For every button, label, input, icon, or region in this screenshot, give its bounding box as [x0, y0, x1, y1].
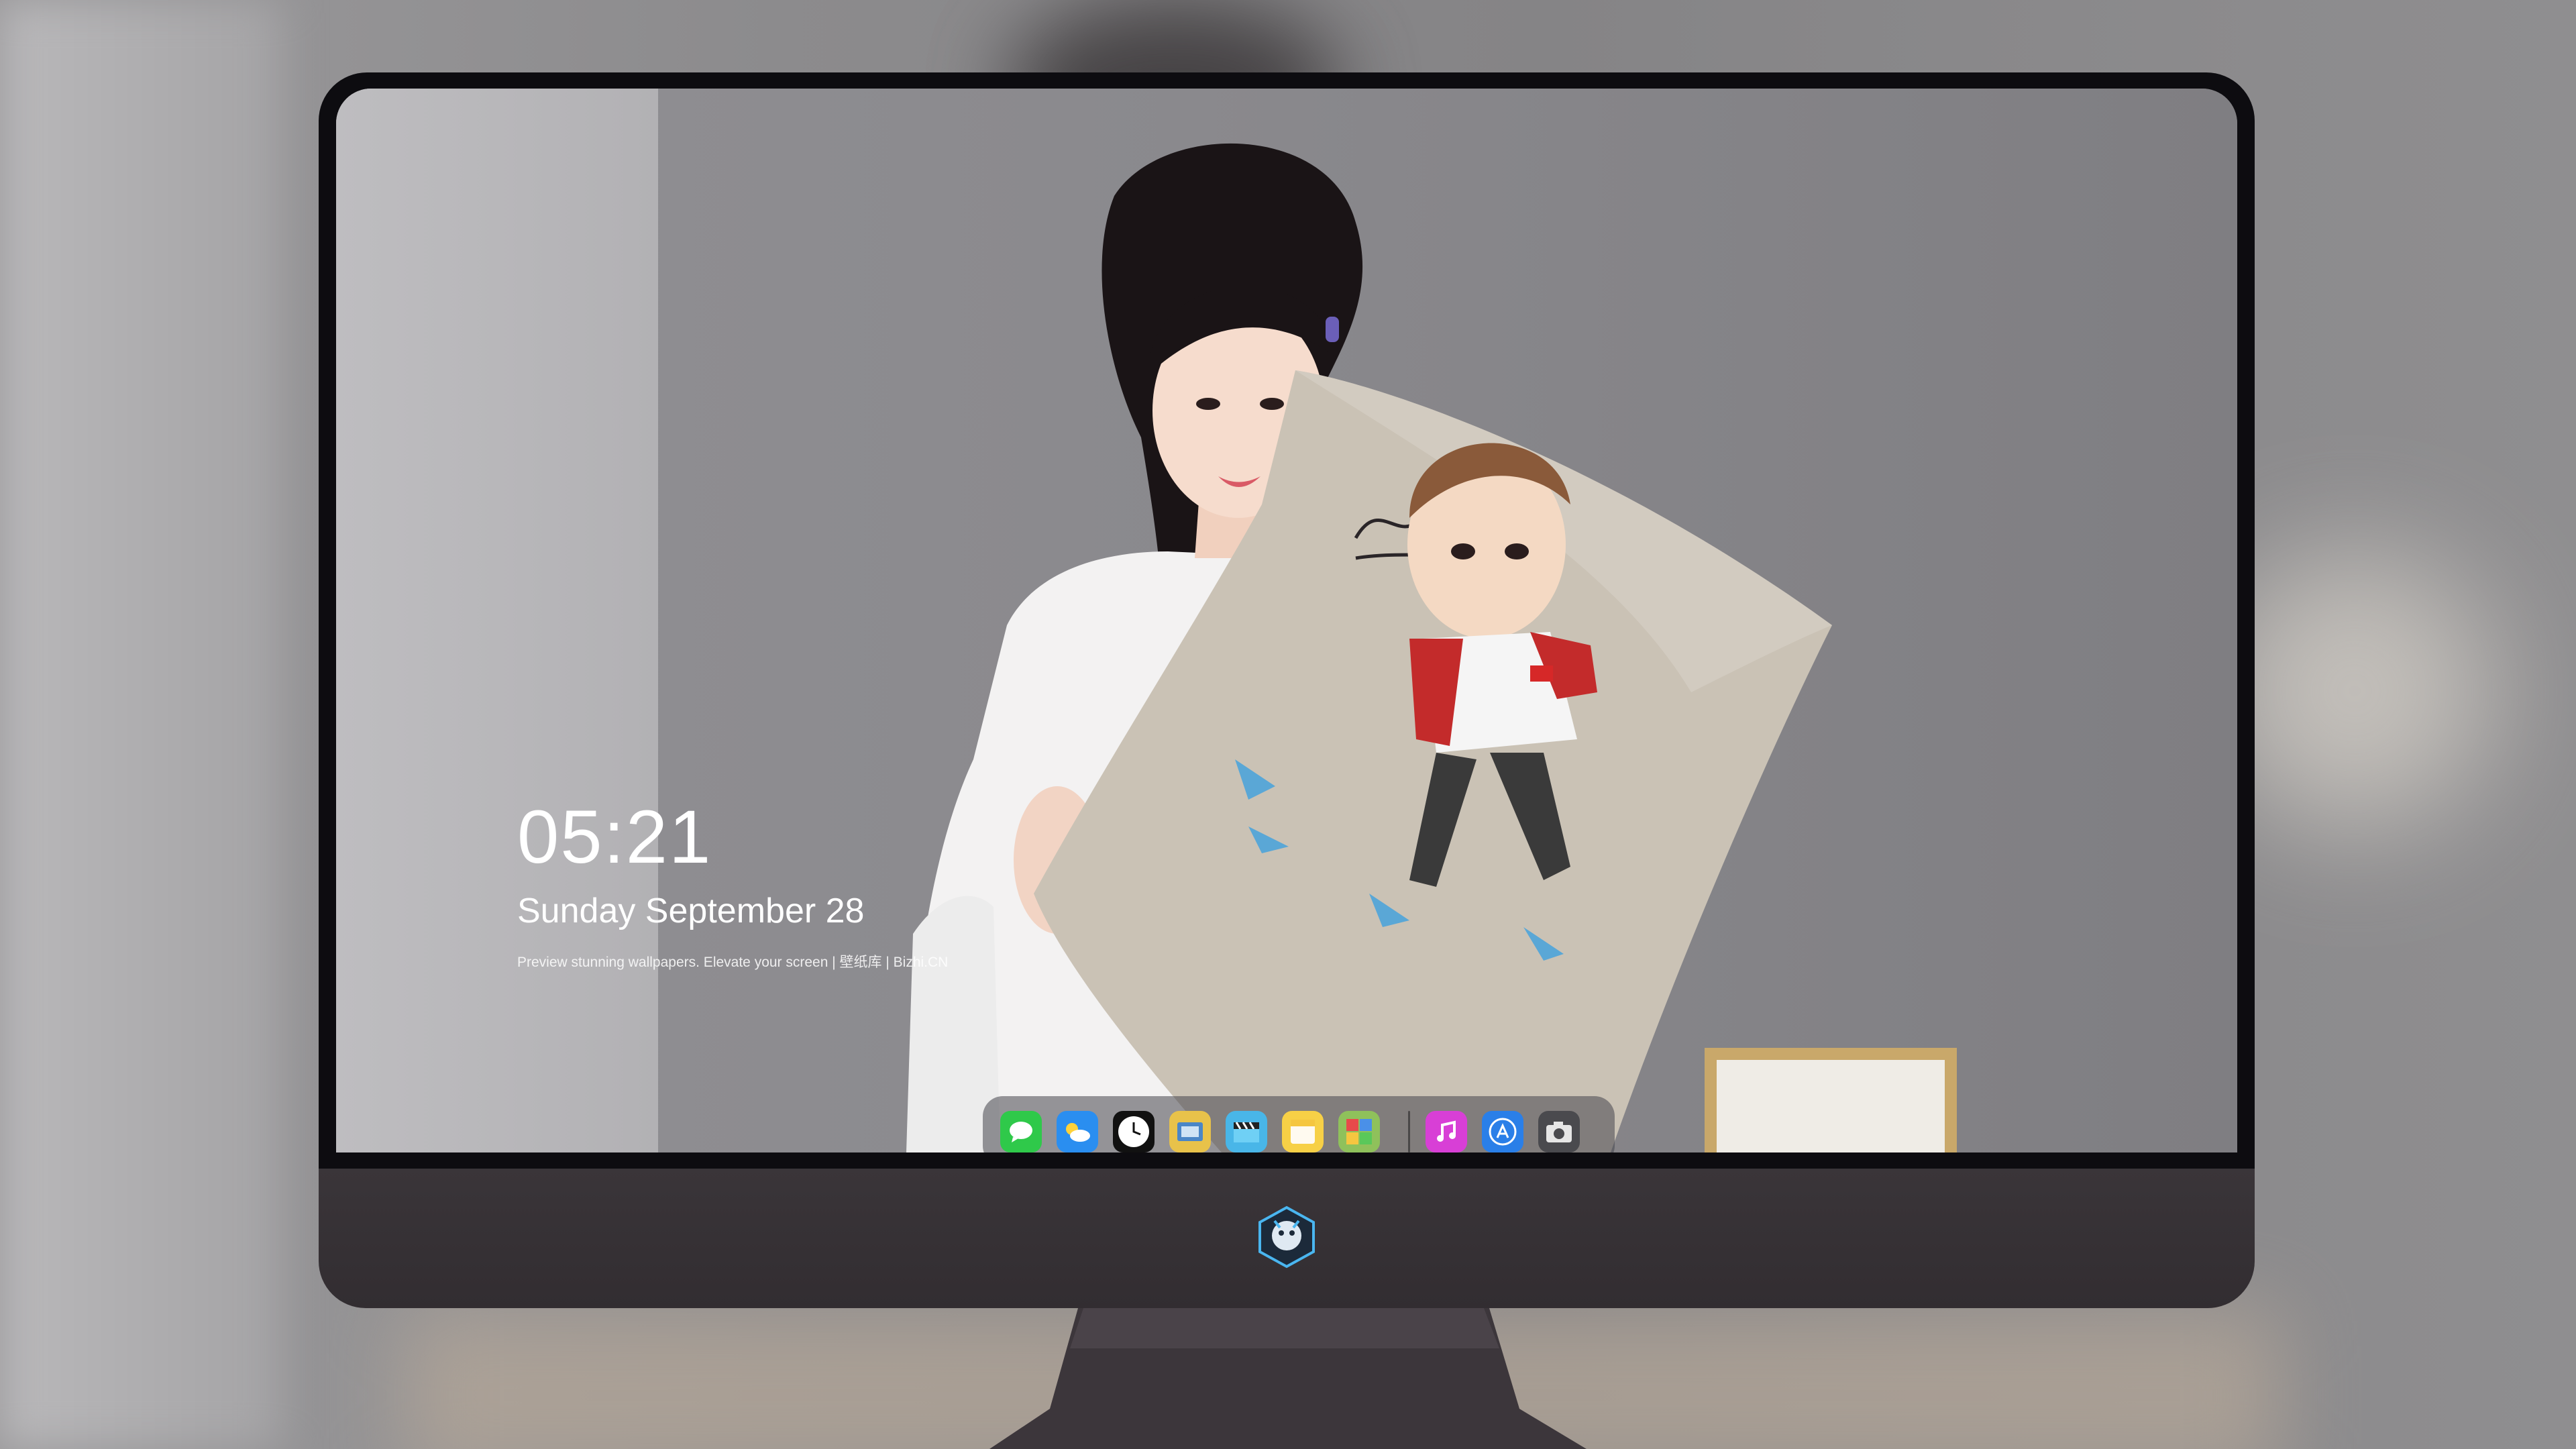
clock-time: 05:21 [517, 795, 712, 879]
weather-icon[interactable] [1057, 1111, 1098, 1152]
lock-clock: 05:21 Sunday September 28 Preview stunni… [517, 800, 948, 971]
dock [983, 1096, 1615, 1152]
clapper-icon[interactable] [1226, 1111, 1267, 1152]
desktop-screen[interactable]: 05:21 Sunday September 28 Preview stunni… [336, 89, 2237, 1152]
messages-icon[interactable] [1000, 1111, 1042, 1152]
notes-icon[interactable] [1282, 1111, 1324, 1152]
clock-date: Sunday September 28 [517, 892, 865, 930]
wallpaper-figure [906, 143, 1832, 1152]
wallpaper-caption: Preview stunning wallpapers. Elevate you… [517, 955, 949, 970]
dock-separator [1408, 1111, 1410, 1152]
music-icon[interactable] [1426, 1111, 1467, 1152]
app-store-icon[interactable] [1482, 1111, 1523, 1152]
clock-icon[interactable] [1113, 1111, 1155, 1152]
monitor-chin [319, 1169, 2255, 1308]
preview-icon[interactable] [1169, 1111, 1211, 1152]
monitor: 05:21 Sunday September 28 Preview stunni… [319, 72, 2255, 1308]
photos-icon[interactable] [1338, 1111, 1380, 1152]
monitor-stand [989, 1308, 1587, 1449]
backdrop-glow [2214, 550, 2496, 832]
backdrop-left-panel [0, 0, 282, 1449]
camera-icon[interactable] [1538, 1111, 1580, 1152]
dragon-logo-icon [1258, 1205, 1315, 1269]
